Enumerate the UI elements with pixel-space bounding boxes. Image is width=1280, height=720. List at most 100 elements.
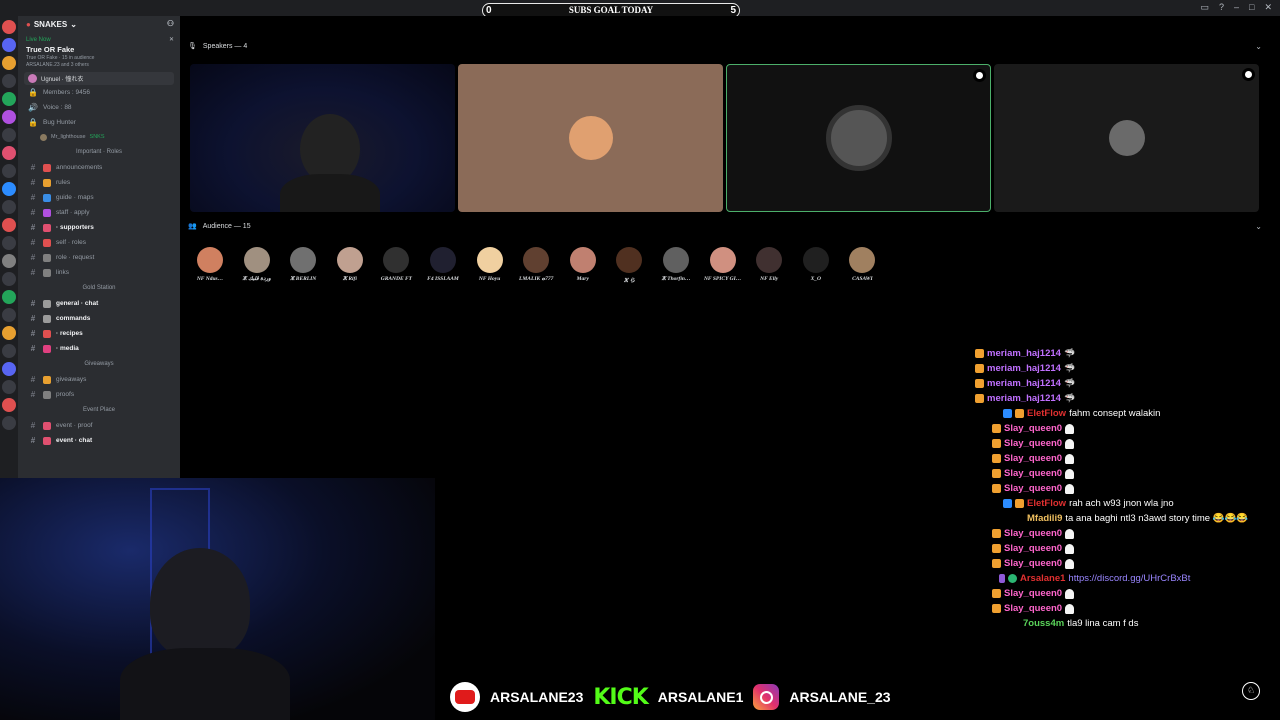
server-icon[interactable] [2, 110, 16, 124]
server-icon[interactable] [2, 182, 16, 196]
audience-member[interactable]: F4 ISSLAAM [421, 247, 465, 282]
crown-badge-icon [975, 349, 984, 358]
close-icon[interactable]: ✕ [169, 36, 174, 43]
audience-member[interactable]: GRANDE FT [374, 247, 418, 282]
channel-logo-icon: ♘ [1242, 682, 1260, 700]
server-rail [0, 16, 18, 478]
audience-member[interactable]: NF Elly [747, 247, 791, 282]
audience-member[interactable]: ⵣ BERLIN [281, 247, 325, 282]
server-icon[interactable] [2, 344, 16, 358]
channel-item[interactable]: # rules [18, 175, 180, 190]
inbox-icon[interactable]: ▭ [1200, 2, 1209, 13]
channel-item[interactable]: # role · request [18, 250, 180, 265]
channel-emoji-icon [43, 268, 51, 277]
audience-member[interactable]: ⵣ وردة قلبك [235, 247, 279, 282]
chat-message: meriam_haj1214 🦈 [975, 391, 1280, 406]
channel-item[interactable]: # announcements [18, 160, 180, 175]
channel-item[interactable]: # staff · apply [18, 205, 180, 220]
server-icon[interactable] [2, 308, 16, 322]
server-icon[interactable] [2, 74, 16, 88]
server-icon[interactable] [2, 200, 16, 214]
voice-user-tag: SNKS [89, 134, 105, 140]
speaker-tile-1[interactable] [190, 64, 455, 212]
chevron-down-icon[interactable]: ⌄ [1255, 222, 1262, 231]
channel-item[interactable]: # commands [18, 311, 180, 326]
audience-member[interactable]: X_O [794, 247, 838, 282]
audience-member[interactable]: NF Ndus… [188, 247, 232, 282]
audience-member[interactable]: ⵣ ら [607, 247, 651, 284]
audience-member[interactable]: NF Hoyu [468, 247, 512, 282]
chat-link[interactable]: https://discord.gg/UHrCrBxBt [1068, 573, 1190, 584]
channel-item[interactable]: # self · roles [18, 235, 180, 250]
channel-item[interactable]: # · media [18, 341, 180, 356]
server-icon[interactable] [2, 272, 16, 286]
server-icon[interactable] [2, 218, 16, 232]
hash-icon: # [30, 314, 36, 323]
hash-icon: # [30, 436, 36, 445]
server-icon[interactable] [2, 38, 16, 52]
minimize-button[interactable]: – [1234, 2, 1239, 13]
crown-badge-icon [992, 559, 1001, 568]
server-icon[interactable] [2, 362, 16, 376]
speakers-header: 🎙 Speakers — 4 [188, 42, 247, 51]
server-icon[interactable] [2, 56, 16, 70]
avatar [663, 247, 689, 273]
chat-username: Mfadili9 [1027, 513, 1063, 524]
channel-item[interactable]: # event · chat [18, 433, 180, 448]
chat-message: Slay_queen0 [975, 526, 1280, 541]
speaker-tile-4[interactable] [994, 64, 1259, 212]
server-icon[interactable] [2, 416, 16, 430]
stage-badge-icon [1242, 68, 1255, 81]
stage-title[interactable]: True OR Fake [18, 43, 180, 54]
channel-item[interactable]: 🔊 Voice : 88 [18, 100, 180, 115]
channel-item[interactable]: # giveaways [18, 372, 180, 387]
audience-member[interactable]: ⵣ Thorfin… [654, 247, 698, 282]
channel-item[interactable]: # guide · maps [18, 190, 180, 205]
server-header[interactable]: ● SNAKES ⌄ ⚇ [18, 16, 180, 33]
server-icon[interactable] [2, 236, 16, 250]
maximize-button[interactable]: □ [1249, 2, 1254, 13]
audience-member[interactable]: Mary [561, 247, 605, 282]
channel-label: self · roles [56, 239, 86, 246]
channel-item[interactable]: # event · proof [18, 418, 180, 433]
channel-item[interactable]: # · recipes [18, 326, 180, 341]
server-icon[interactable] [2, 20, 16, 34]
close-button[interactable]: ✕ [1264, 2, 1272, 13]
server-icon[interactable] [2, 92, 16, 106]
category-giveaways[interactable]: Giveaways [18, 356, 180, 372]
host-user-row[interactable]: Ugnuel · 憧れ衣 [24, 72, 174, 85]
add-member-icon[interactable]: ⚇ [167, 19, 174, 28]
server-icon[interactable] [2, 128, 16, 142]
server-icon[interactable] [2, 398, 16, 412]
speaker-tile-3[interactable] [726, 64, 991, 212]
help-icon[interactable]: ? [1219, 2, 1224, 13]
server-icon[interactable] [2, 326, 16, 340]
chevron-down-icon[interactable]: ⌄ [1255, 42, 1262, 51]
speaker-tile-2[interactable] [458, 64, 723, 212]
voice-user[interactable]: Mr_lighthouse SNKS [18, 130, 180, 144]
server-icon[interactable] [2, 146, 16, 160]
channel-item[interactable]: # · supporters [18, 220, 180, 235]
instagram-handle: ARSALANE_23 [789, 689, 891, 705]
channel-item[interactable]: # links [18, 265, 180, 280]
chat-username: Slay_queen0 [1004, 588, 1063, 599]
microphone-icon: 🎙 [188, 43, 197, 50]
goal-target: 5 [730, 5, 736, 16]
channel-item[interactable]: 🔒 Bug Hunter [18, 115, 180, 130]
audience-member[interactable]: LMALIK ⴰ777 [514, 247, 558, 282]
category-gold-station[interactable]: Gold Station [18, 280, 180, 296]
channel-item[interactable]: 🔒 Members : 9456 [18, 85, 180, 100]
server-icon[interactable] [2, 290, 16, 304]
server-icon[interactable] [2, 164, 16, 178]
server-icon[interactable] [2, 254, 16, 268]
chat-username: EletFlow [1027, 408, 1067, 419]
channel-item[interactable]: # proofs [18, 387, 180, 402]
category-event-place[interactable]: Event Place [18, 402, 180, 418]
audience-member[interactable]: CASAWI [840, 247, 884, 282]
server-icon[interactable] [2, 380, 16, 394]
channel-item[interactable]: # general · chat [18, 296, 180, 311]
audience-member[interactable]: NF SPICY GI… [701, 247, 745, 282]
category-important[interactable]: Important · Roles [18, 144, 180, 160]
audience-member[interactable]: ⵣ Rifi [328, 247, 372, 282]
chat-message: Slay_queen0 [975, 601, 1280, 616]
